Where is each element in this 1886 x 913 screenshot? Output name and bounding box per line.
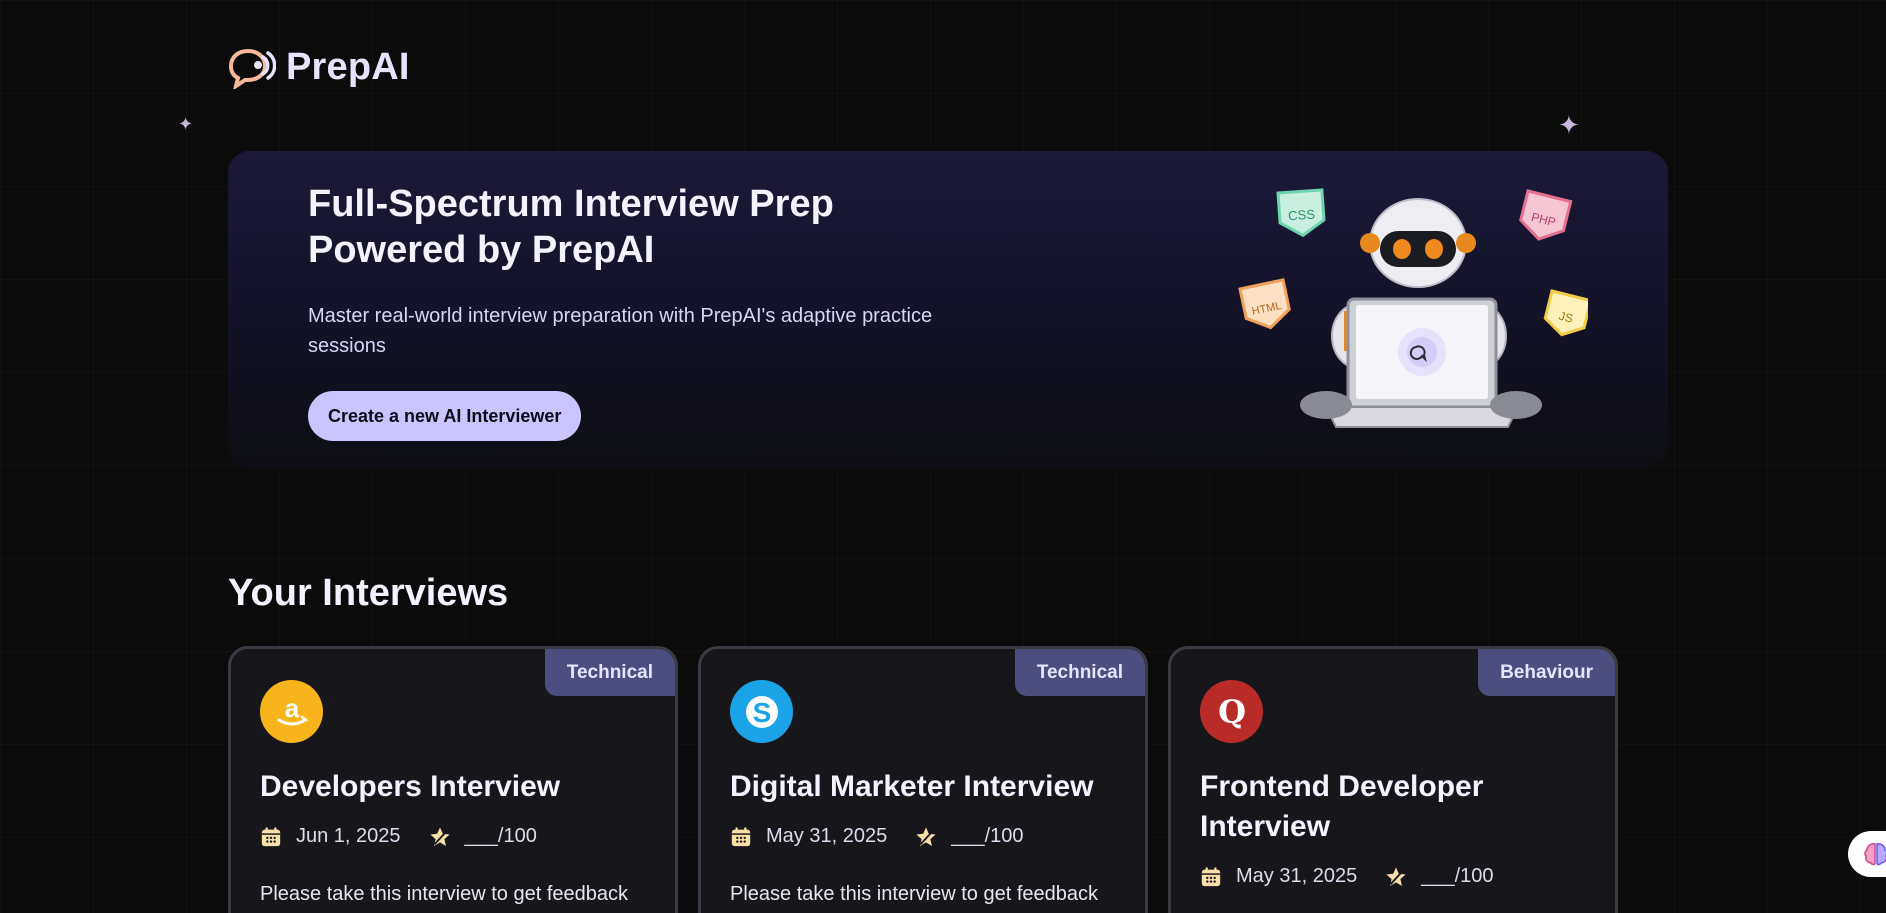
interview-card[interactable]: Behaviour Q Frontend Developer Interview… xyxy=(1168,646,1618,913)
star-icon xyxy=(1386,866,1406,886)
brand-logo[interactable]: PrepAI xyxy=(228,46,410,89)
svg-text:S: S xyxy=(752,697,771,728)
interview-type-badge: Technical xyxy=(1014,649,1145,696)
your-interviews-heading: Your Interviews xyxy=(228,572,509,614)
brand-name: PrepAI xyxy=(286,46,410,88)
brain-icon xyxy=(1864,843,1886,866)
sparkle-icon: ✦ xyxy=(178,114,194,134)
robot-laptop-illustration: CSS PHP HTML JS xyxy=(1238,188,1588,428)
quora-logo-icon: Q xyxy=(1200,680,1263,743)
php-badge-icon: PHP xyxy=(1519,189,1573,241)
hero-banner: Full-Spectrum Interview Prep Powered by … xyxy=(228,151,1668,469)
interview-meta: May 31, 2025 ___/100 xyxy=(1200,865,1494,888)
interview-score: ___/100 xyxy=(464,825,537,847)
create-interviewer-button[interactable]: Create a new AI Interviewer xyxy=(308,391,582,441)
interview-description: Please take this interview to get feedba… xyxy=(730,883,1098,905)
js-badge-icon: JS xyxy=(1543,289,1588,337)
interview-card[interactable]: Technical a Developers Interview Jun 1, … xyxy=(228,646,678,913)
interview-title: Frontend Developer Interview xyxy=(1200,770,1484,843)
star-icon xyxy=(916,826,936,846)
chat-bubble-logo-icon xyxy=(228,48,276,89)
interview-score: ___/100 xyxy=(951,825,1024,847)
svg-text:Q: Q xyxy=(1218,693,1246,731)
hero-subtitle: Master real-world interview preparation … xyxy=(308,305,933,357)
calendar-icon xyxy=(261,826,281,846)
interview-date: May 31, 2025 xyxy=(766,825,888,847)
ai-assistant-button[interactable] xyxy=(1848,831,1886,877)
interview-meta: Jun 1, 2025 ___/100 xyxy=(260,825,537,848)
interview-score: ___/100 xyxy=(1421,865,1494,887)
svg-text:CSS: CSS xyxy=(1288,206,1316,223)
css-badge-icon: CSS xyxy=(1276,188,1326,238)
calendar-icon xyxy=(1201,866,1221,886)
interview-type-badge: Technical xyxy=(544,649,675,696)
html-badge-icon: HTML xyxy=(1238,278,1291,330)
interview-card[interactable]: Technical S Digital Marketer Interview M… xyxy=(698,646,1148,913)
interview-date: May 31, 2025 xyxy=(1236,865,1358,887)
star-icon xyxy=(429,826,450,846)
sparkle-icon: ✦ xyxy=(1558,110,1580,140)
interview-meta: May 31, 2025 ___/100 xyxy=(730,825,1024,848)
skype-logo-icon: S xyxy=(730,680,793,743)
interview-description: Please take this interview to get feedba… xyxy=(260,883,628,905)
svg-text:a: a xyxy=(284,693,299,723)
interview-type-badge: Behaviour xyxy=(1478,649,1615,696)
interview-date: Jun 1, 2025 xyxy=(296,825,401,847)
calendar-icon xyxy=(731,826,751,846)
hero-title: Full-Spectrum Interview Prep Powered by … xyxy=(308,183,834,271)
interview-title: Digital Marketer Interview xyxy=(730,770,1094,803)
amazon-logo-icon: a xyxy=(260,680,323,743)
interview-title: Developers Interview xyxy=(260,770,561,803)
